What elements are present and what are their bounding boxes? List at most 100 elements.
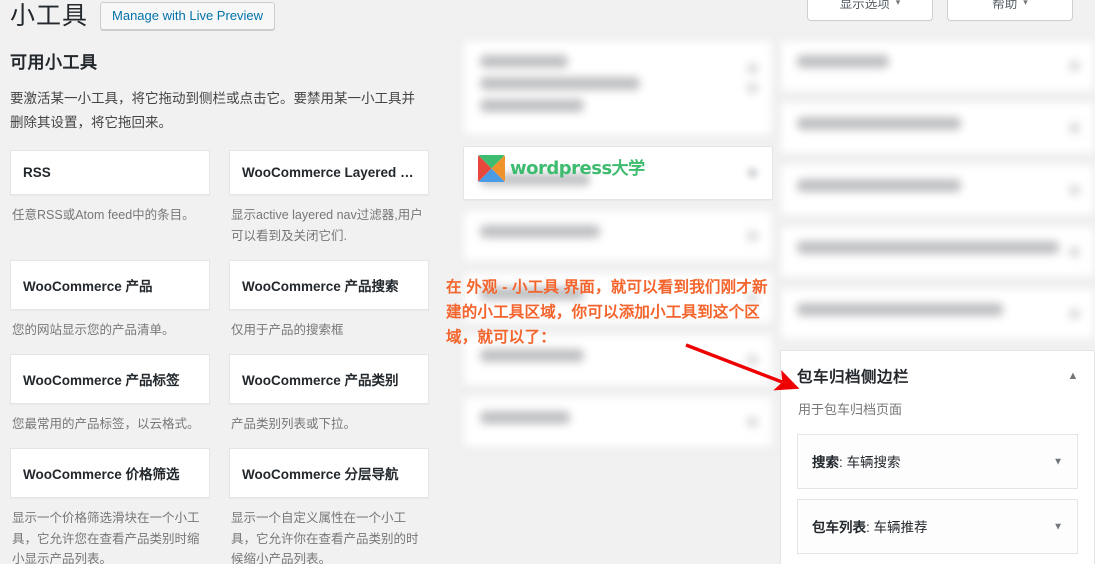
active-sidebar-panel[interactable] [780, 226, 1095, 278]
sidebar-widget-label: 搜索: 车辆搜索 [812, 455, 901, 470]
available-widget-name: WooCommerce 产品 [23, 278, 153, 294]
panel-toggle-icon[interactable] [747, 416, 758, 428]
panel-header[interactable] [781, 103, 1094, 153]
available-widgets-description: 要激活某一小工具，将它拖动到侧栏或点击它。要禁用某一小工具并删除其设置，将它拖回… [10, 91, 415, 130]
available-widget-description: 仅用于产品的搜索框 [231, 322, 344, 337]
available-widget-description: 显示一个自定义属性在一个小工具，它允许你在查看产品类别的时候缩小产品列表。 [231, 511, 419, 564]
available-widget-description: 任意RSS或Atom feed中的条目。 [12, 208, 195, 223]
target-sidebar-title: 包车归档侧边栏 [797, 369, 910, 386]
blurred-text-bar [797, 241, 1059, 254]
blurred-text-bar [480, 411, 570, 424]
chevron-down-icon: ▾ [1023, 0, 1028, 7]
available-widget-cell: WooCommerce 分层导航显示一个自定义属性在一个小工具，它允许你在查看产… [229, 448, 429, 564]
target-sidebar-description: 用于包车归档页面 [798, 402, 903, 417]
available-widget-4[interactable]: WooCommerce 产品标签 [10, 354, 210, 404]
available-widget-description: 您的网站显示您的产品清单。 [12, 322, 175, 337]
page-header: 小工具 Manage with Live Preview [10, 0, 276, 33]
active-sidebar-panel[interactable] [780, 164, 1095, 216]
available-widget-name: WooCommerce 分层导航 [242, 467, 399, 483]
screen-meta-tabs: 显示选项 ▾ 帮助 ▾ [807, 0, 1073, 21]
panel-toggle-icon[interactable] [747, 230, 758, 242]
available-widget-description: 显示active layered nav过滤器,用户可以看到及关闭它们. [231, 208, 423, 243]
active-sidebar-panel[interactable] [780, 288, 1095, 340]
available-widget-name: WooCommerce Layered N... [242, 165, 416, 181]
panel-toggle-icon[interactable] [1069, 184, 1080, 196]
blurred-text-bar [480, 99, 584, 112]
active-sidebar-panel[interactable] [780, 102, 1095, 154]
sidebar-widget-0[interactable]: 搜索: 车辆搜索 ▼ [797, 434, 1078, 489]
available-widget-2[interactable]: WooCommerce 产品 [10, 259, 210, 310]
available-widget-description: 产品类别列表或下拉。 [231, 417, 357, 431]
tab-help[interactable]: 帮助 ▾ [947, 0, 1073, 21]
sidebar-widget-1[interactable]: 包车列表: 车辆推荐 ▼ [797, 499, 1078, 554]
blurred-text-bar [480, 225, 600, 238]
blurred-text-bar [797, 55, 889, 68]
panel-toggle-icon[interactable] [747, 63, 758, 74]
active-sidebars-column: 包车归档侧边栏 ▲ 用于包车归档页面搜索: 车辆搜索 ▼ 包车列表: 车辆推荐 ▼ [780, 40, 1095, 564]
available-widget-name: WooCommerce 产品搜索 [242, 278, 399, 294]
page-title: 小工具 [10, 2, 89, 30]
tab-screen-options-label: 显示选项 [839, 0, 890, 11]
manage-with-live-preview-button[interactable]: Manage with Live Preview [100, 2, 276, 31]
available-widget-description: 您最常用的产品标签，以云格式。 [12, 417, 200, 431]
chevron-down-icon[interactable]: ▼ [1053, 456, 1063, 467]
available-widget-3[interactable]: WooCommerce 产品搜索 [229, 259, 429, 310]
available-widget-5[interactable]: WooCommerce 产品类别 [229, 354, 429, 404]
inactive-sidebar-panel[interactable]: wordpress大学 [463, 146, 773, 200]
annotation-arrow-icon [685, 343, 800, 391]
sidebar-widget-label: 包车列表: 车辆推荐 [812, 520, 928, 535]
panel-toggle-icon[interactable] [1069, 308, 1080, 320]
available-widget-6[interactable]: WooCommerce 价格筛选 [10, 448, 210, 499]
blurred-text-bar [797, 179, 961, 192]
blurred-text-bar [797, 303, 1003, 316]
blurred-text-bar [797, 117, 961, 130]
available-widgets-column: 可用小工具 要激活某一小工具，将它拖动到侧栏或点击它。要禁用某一小工具并删除其设… [0, 48, 440, 564]
available-widget-cell: WooCommerce 产品搜索仅用于产品的搜索框 [229, 259, 429, 354]
panel-header[interactable] [781, 227, 1094, 277]
wordpress-daxue-logo-icon [478, 155, 505, 182]
inactive-sidebar-panel[interactable] [463, 210, 773, 262]
chevron-down-icon: ▾ [895, 0, 901, 7]
available-widget-description: 显示一个价格筛选滑块在一个小工具，它允许您在查看产品类别时缩小显示产品列表。 [12, 511, 200, 564]
available-widget-cell: WooCommerce 产品类别产品类别列表或下拉。 [229, 354, 429, 448]
blurred-text-bar [480, 77, 640, 90]
available-widget-cell: RSS 任意RSS或Atom feed中的条目。 [10, 150, 210, 260]
available-widget-cell: WooCommerce Layered N... 显示active layered… [229, 150, 429, 260]
available-widgets-grid: RSS 任意RSS或Atom feed中的条目。 WooCommerce Layer… [10, 150, 440, 564]
chevron-down-icon[interactable]: ▼ [1053, 521, 1063, 532]
blurred-text-bar [480, 349, 584, 362]
available-widget-cell: WooCommerce 产品您的网站显示您的产品清单。 [10, 259, 210, 354]
available-widget-name: WooCommerce 产品标签 [23, 373, 180, 388]
target-sidebar-panel[interactable]: 包车归档侧边栏 ▲ 用于包车归档页面搜索: 车辆搜索 ▼ 包车列表: 车辆推荐 ▼ [780, 350, 1095, 564]
inactive-sidebar-panel[interactable] [463, 396, 773, 448]
blurred-text-bar [480, 55, 568, 68]
panel-header[interactable] [781, 289, 1094, 339]
active-sidebar-panel[interactable] [780, 40, 1095, 92]
inactive-sidebar-panel[interactable] [463, 40, 773, 136]
available-widget-7[interactable]: WooCommerce 分层导航 [229, 448, 429, 499]
available-widget-name: WooCommerce 价格筛选 [23, 467, 180, 483]
panel-toggle-icon[interactable] [1069, 60, 1080, 72]
available-widget-1[interactable]: WooCommerce Layered N... [229, 150, 429, 196]
panel-toggle-icon[interactable] [747, 167, 758, 179]
panel-toggle-icon[interactable] [747, 82, 758, 94]
available-widget-name: RSS [23, 165, 51, 181]
chevron-up-icon[interactable]: ▲ [1066, 369, 1080, 383]
tab-help-label: 帮助 [992, 0, 1018, 11]
panel-toggle-icon[interactable] [1069, 122, 1080, 134]
panel-header[interactable] [781, 165, 1094, 215]
available-widgets-heading: 可用小工具 [10, 53, 98, 72]
panel-header[interactable] [464, 41, 772, 135]
wordpress-daxue-watermark: wordpress大学 [478, 155, 645, 182]
watermark-text: wordpress大学 [510, 157, 645, 179]
widgets-admin-screen: 显示选项 ▾ 帮助 ▾ 小工具 Manage with Live Preview… [0, 0, 1095, 564]
available-widget-0[interactable]: RSS [10, 150, 210, 196]
panel-header[interactable] [464, 397, 772, 447]
available-widget-cell: WooCommerce 产品标签您最常用的产品标签，以云格式。 [10, 354, 210, 448]
panel-header[interactable] [781, 41, 1094, 91]
available-widget-cell: WooCommerce 价格筛选显示一个价格筛选滑块在一个小工具，它允许您在查看… [10, 448, 210, 564]
panel-header[interactable] [464, 211, 772, 261]
available-widget-name: WooCommerce 产品类别 [242, 373, 399, 388]
panel-toggle-icon[interactable] [1069, 246, 1080, 258]
tab-screen-options[interactable]: 显示选项 ▾ [807, 0, 933, 21]
